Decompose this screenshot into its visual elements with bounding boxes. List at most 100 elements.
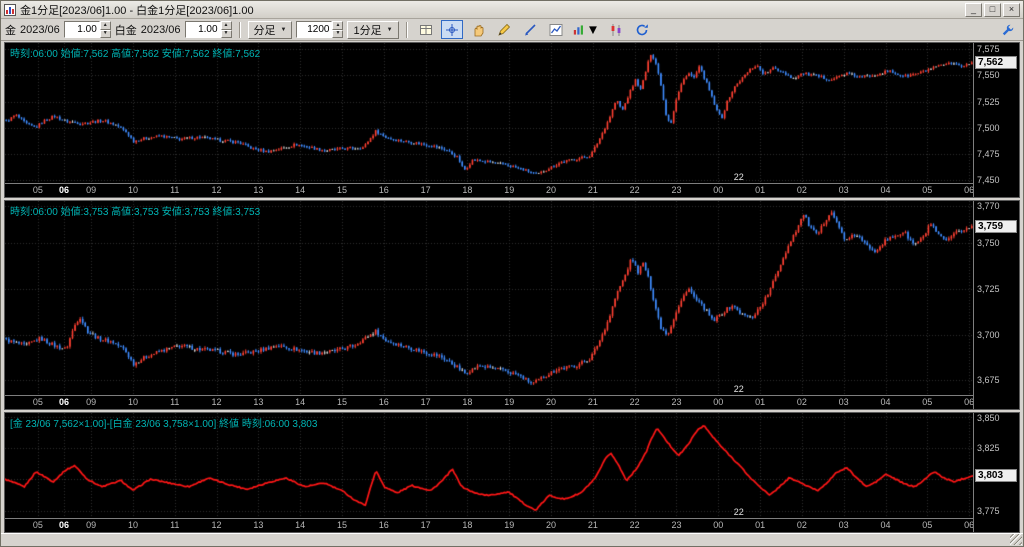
platinum-candles-canvas — [5, 201, 973, 395]
platinum-ratio-down-button[interactable]: ▼ — [221, 30, 232, 39]
time-label: 15 — [337, 397, 347, 407]
time-label: 05 — [922, 520, 932, 530]
time-label: 06 — [59, 185, 69, 195]
time-label: 17 — [421, 520, 431, 530]
draw-line-button[interactable] — [519, 20, 541, 39]
gold-time-axis: 0506091011121314151617181920212223000102… — [5, 184, 973, 197]
close-button[interactable]: × — [1003, 3, 1020, 17]
time-label: 04 — [880, 185, 890, 195]
gold-month-label: 2023/06 — [20, 24, 60, 36]
time-label: 17 — [421, 185, 431, 195]
time-label: 19 — [504, 185, 514, 195]
time-label: 21 — [588, 397, 598, 407]
time-label: 04 — [880, 520, 890, 530]
date-label: 22 — [734, 507, 744, 517]
resize-grip[interactable] — [1010, 534, 1022, 545]
time-label: 13 — [253, 185, 263, 195]
gold-label: 金 — [5, 22, 16, 38]
time-label: 05 — [33, 185, 43, 195]
board-button[interactable] — [415, 20, 437, 39]
platinum-ratio-up-button[interactable]: ▲ — [221, 21, 232, 30]
date-label: 22 — [734, 172, 744, 182]
time-label: 00 — [713, 520, 723, 530]
platinum-ratio-input[interactable] — [185, 21, 221, 38]
time-label: 04 — [880, 397, 890, 407]
refresh-button[interactable] — [631, 20, 653, 39]
app-window: 金1分足[2023/06]1.00 - 白金1分足[2023/06]1.00 _… — [0, 0, 1024, 547]
period-dropdown[interactable]: 分足 ▼ — [248, 21, 293, 39]
time-label: 05 — [922, 397, 932, 407]
hand-button[interactable] — [467, 20, 489, 39]
settings-button[interactable] — [997, 20, 1019, 39]
title-bar[interactable]: 金1分足[2023/06]1.00 - 白金1分足[2023/06]1.00 _… — [1, 1, 1023, 19]
toolbar: 金 2023/06 ▲ ▼ 白金 2023/06 ▲ ▼ 分足 ▼ ▲ — [1, 19, 1023, 41]
pencil-button[interactable] — [493, 20, 515, 39]
gold-last-price-badge: 7,562 — [975, 56, 1017, 69]
time-label: 01 — [755, 520, 765, 530]
pencil-icon — [497, 23, 511, 37]
gold-ratio-up-button[interactable]: ▲ — [100, 21, 111, 30]
gold-chart-plot[interactable]: 時刻:06:00 始値:7,562 高値:7,562 安値:7,562 終値:7… — [5, 43, 973, 184]
time-label: 03 — [839, 520, 849, 530]
gold-chart-panel: 時刻:06:00 始値:7,562 高値:7,562 安値:7,562 終値:7… — [4, 42, 1020, 198]
gold-ratio-down-button[interactable]: ▼ — [100, 30, 111, 39]
bar-chart-icon — [572, 23, 585, 37]
toolbar-separator — [239, 22, 241, 38]
price-label: 7,575 — [977, 44, 1000, 54]
window-title: 金1分足[2023/06]1.00 - 白金1分足[2023/06]1.00 — [20, 2, 254, 18]
spread-time-axis: 0506091011121314151617181920212223000102… — [5, 519, 973, 532]
refresh-icon — [635, 23, 649, 37]
time-label: 15 — [337, 520, 347, 530]
bar-count-up-button[interactable]: ▲ — [332, 21, 343, 30]
spread-price-axis: 3,803 3,8503,8253,775 — [973, 413, 1019, 532]
platinum-chart-plot[interactable]: 時刻:06:00 始値:3,753 高値:3,753 安値:3,753 終値:3… — [5, 201, 973, 396]
bar-count-down-button[interactable]: ▼ — [332, 30, 343, 39]
time-label: 11 — [170, 520, 179, 530]
time-label: 15 — [337, 185, 347, 195]
time-label: 23 — [671, 520, 681, 530]
price-label: 7,550 — [977, 70, 1000, 80]
time-label: 02 — [797, 397, 807, 407]
time-label: 02 — [797, 185, 807, 195]
price-label: 3,775 — [977, 506, 1000, 516]
time-label: 13 — [253, 520, 263, 530]
price-label: 7,475 — [977, 149, 1000, 159]
time-label: 23 — [671, 397, 681, 407]
platinum-label: 白金 — [115, 22, 137, 38]
time-label: 06 — [59, 520, 69, 530]
interval-dropdown[interactable]: 1分足 ▼ — [347, 21, 398, 39]
gold-ohlc-info: 時刻:06:00 始値:7,562 高値:7,562 安値:7,562 終値:7… — [10, 45, 260, 60]
chart-area: 時刻:06:00 始値:7,562 高値:7,562 安値:7,562 終値:7… — [1, 41, 1023, 533]
spread-formula-info: [金 23/06 7,562×1.00]-[白金 23/06 3,758×1.0… — [10, 415, 317, 430]
dropdown-caret-icon: ▼ — [586, 22, 599, 37]
maximize-button[interactable]: □ — [984, 3, 1001, 17]
time-label: 10 — [128, 520, 138, 530]
time-label: 09 — [86, 520, 96, 530]
time-label: 17 — [421, 397, 431, 407]
line-chart-button[interactable] — [545, 20, 567, 39]
gold-ratio-input[interactable] — [64, 21, 100, 38]
time-label: 05 — [922, 185, 932, 195]
draw-line-icon — [523, 23, 537, 37]
bar-count-input[interactable] — [296, 21, 332, 38]
gold-ratio-spinner: ▲ ▼ — [64, 21, 111, 38]
toolbar-separator — [406, 22, 408, 38]
time-label: 03 — [839, 185, 849, 195]
time-label: 00 — [713, 397, 723, 407]
bar-chart-dropdown-button[interactable]: ▼ — [571, 20, 601, 39]
time-label: 11 — [170, 397, 179, 407]
spread-chart-plot[interactable]: [金 23/06 7,562×1.00]-[白金 23/06 3,758×1.0… — [5, 413, 973, 519]
platinum-month-label: 2023/06 — [141, 24, 181, 36]
bar-count-spinner: ▲ ▼ — [296, 21, 343, 38]
time-label: 21 — [588, 185, 598, 195]
candlestick-button[interactable] — [605, 20, 627, 39]
minimize-button[interactable]: _ — [965, 3, 982, 17]
app-icon — [4, 4, 16, 16]
time-label: 22 — [630, 185, 640, 195]
price-label: 7,450 — [977, 175, 1000, 185]
price-label: 3,750 — [977, 238, 1000, 248]
crosshair-button[interactable] — [441, 20, 463, 39]
platinum-ratio-spinner: ▲ ▼ — [185, 21, 232, 38]
time-label: 14 — [295, 185, 305, 195]
price-label: 3,825 — [977, 443, 1000, 453]
